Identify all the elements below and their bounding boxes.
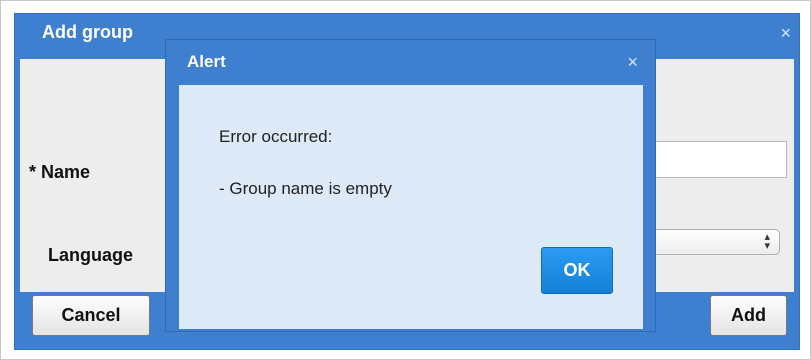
add-button[interactable]: Add <box>710 295 787 336</box>
alert-title: Alert <box>187 52 226 71</box>
alert-dialog: Alert × Error occurred: - Group name is … <box>165 39 656 332</box>
alert-body: Error occurred: - Group name is empty OK <box>179 85 643 329</box>
alert-message-detail: - Group name is empty <box>219 179 392 198</box>
alert-message-heading: Error occurred: <box>219 127 333 146</box>
screen-frame: Add group × * Name Language ▴ ▾ Cancel Ad… <box>0 0 811 360</box>
language-select[interactable]: ▴ ▾ <box>650 229 780 255</box>
ok-button[interactable]: OK <box>541 247 613 294</box>
add-group-dialog-title: Add group <box>42 22 133 42</box>
select-arrows-icon: ▴ ▾ <box>764 231 770 252</box>
close-icon[interactable]: × <box>780 24 791 42</box>
close-icon[interactable]: × <box>627 53 638 71</box>
name-label: * Name <box>29 162 91 182</box>
cancel-button[interactable]: Cancel <box>32 295 150 336</box>
name-input[interactable] <box>650 141 787 178</box>
language-label: Language <box>48 245 134 265</box>
